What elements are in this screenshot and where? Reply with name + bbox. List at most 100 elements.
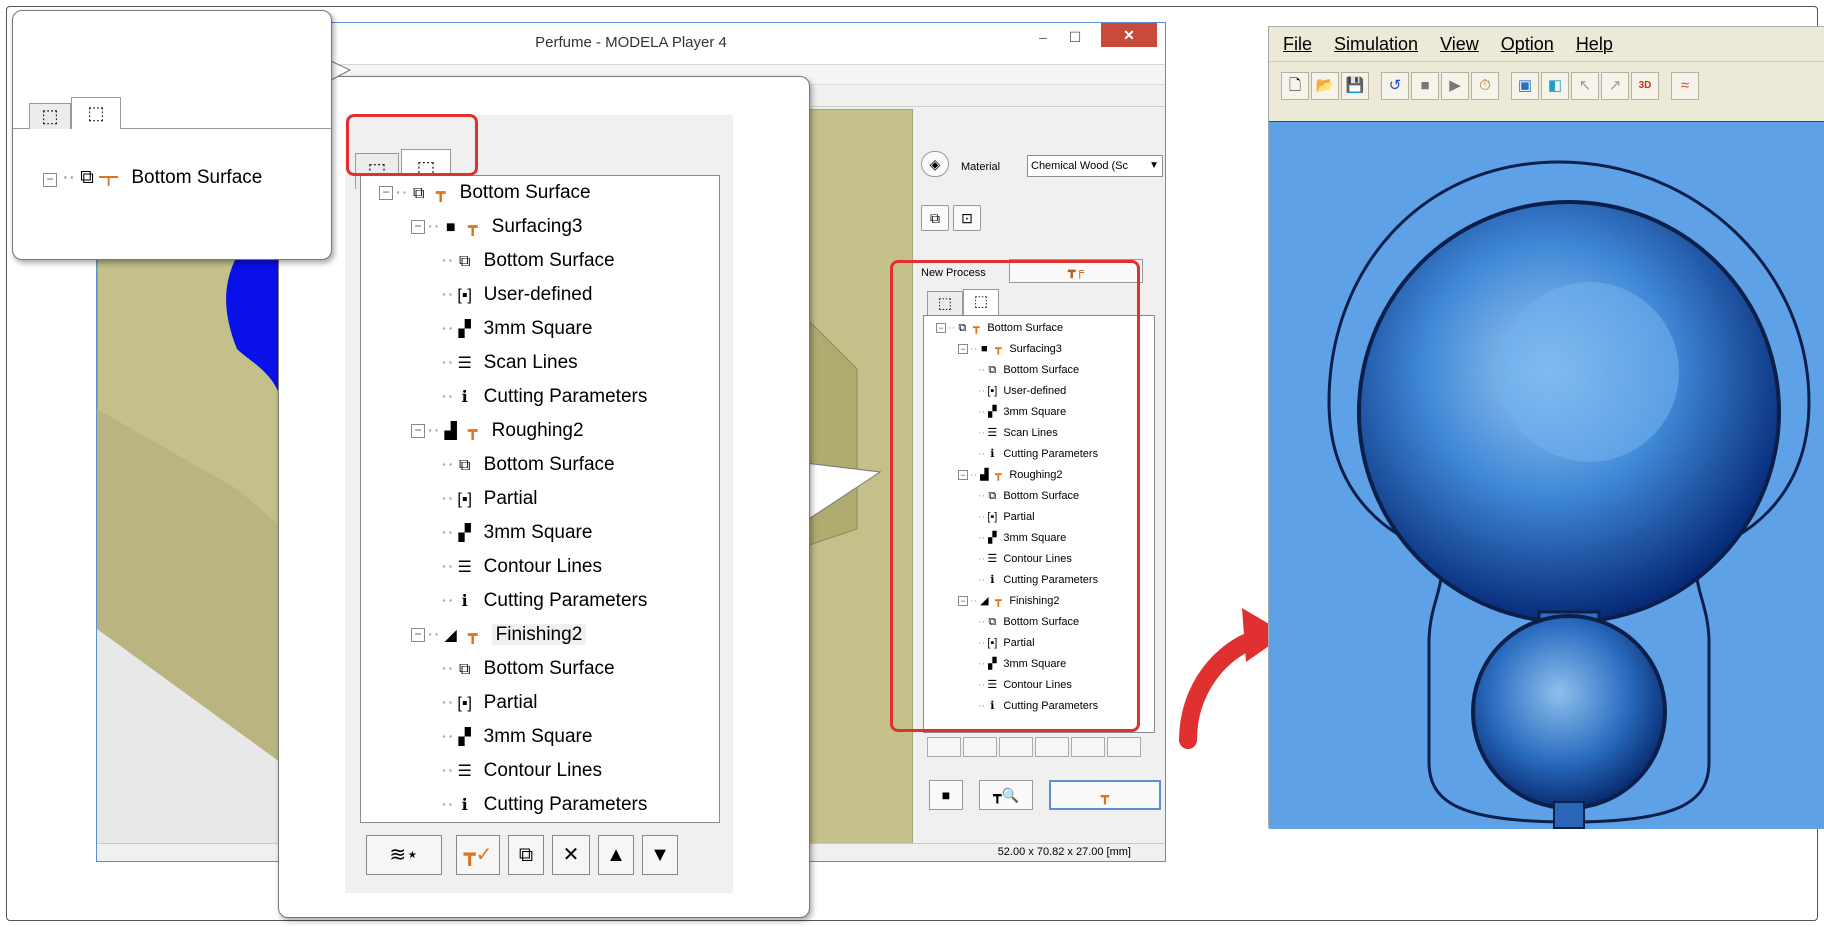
tree-item[interactable]: ·· ▞ 3mm Square <box>361 516 719 550</box>
collapse-icon[interactable]: − <box>411 627 425 642</box>
collapse-icon[interactable]: − <box>379 185 393 200</box>
tree-item[interactable]: ·· ℹ Cutting Parameters <box>361 584 719 618</box>
area-icon: [▪] <box>457 695 472 712</box>
material-icon[interactable]: ◈ <box>921 151 949 177</box>
tree-root-node[interactable]: − ·· ⧉ ┳ Bottom Surface <box>361 176 719 210</box>
tree-item-label: Cutting Parameters <box>483 794 648 815</box>
tool-icon: ▞ <box>458 321 471 338</box>
cut-icon: ┳ <box>1100 788 1110 804</box>
tree-tool-buttons: ≋⋆ ┳✓ ⧉ ✕ ▲ ▼ <box>360 835 720 879</box>
tree-tool-button[interactable] <box>1071 737 1105 757</box>
tree-item[interactable]: ·· ℹ Cutting Parameters <box>361 380 719 414</box>
material-select[interactable]: Chemical Wood (Sc ▼ <box>1027 155 1163 177</box>
new-file-icon[interactable]: 🗋 <box>1281 72 1309 100</box>
tree-item-label: User-defined <box>483 284 593 305</box>
model-box-icon[interactable]: ⧉ <box>921 205 949 231</box>
tree-tool-button[interactable] <box>927 737 961 757</box>
preview-icon: ┳🔍 <box>993 787 1019 803</box>
tree-tool-button[interactable] <box>999 737 1033 757</box>
tree-item[interactable]: ·· [▪] Partial <box>361 482 719 516</box>
maximize-button[interactable]: ☐ <box>1059 29 1091 53</box>
delete-button[interactable]: ✕ <box>552 835 590 875</box>
tab-zoom-callout: ⬚ ⬚ − ·· ⧉ ┳ Bottom Surface <box>12 10 333 260</box>
open-folder-icon[interactable]: 📂 <box>1311 72 1339 100</box>
tree-item[interactable]: ·· ⧉ Bottom Surface <box>361 448 719 482</box>
process-check-button[interactable]: ┳✓ <box>456 835 500 875</box>
stop-button[interactable]: ■ <box>929 780 963 810</box>
play-icon[interactable]: ▶ <box>1441 72 1469 100</box>
reset-icon[interactable]: ↺ <box>1381 72 1409 100</box>
tree-connector: ·· <box>395 182 408 203</box>
process-tree-large[interactable]: − ·· ⧉ ┳ Bottom Surface − ·· ■ ┳ Surfacing3 ·· ⧉ Bot… <box>360 175 720 823</box>
copy-button[interactable]: ⧉ <box>508 835 544 875</box>
model-dimensions: 52.00 x 70.82 x 27.00 [mm] <box>997 846 1131 858</box>
save-icon[interactable]: 💾 <box>1341 72 1369 100</box>
tree-tool-button[interactable] <box>1035 737 1069 757</box>
tree-item-label: Roughing2 <box>491 420 584 441</box>
tree-process-node[interactable]: − ·· ◢ ┳ Finishing2 <box>361 618 719 652</box>
tree-tool-button[interactable] <box>1107 737 1141 757</box>
area-icon: [▪] <box>457 287 472 304</box>
tree-item-label: Cutting Parameters <box>483 386 648 407</box>
tree-process-node[interactable]: − ·· ■ ┳ Surfacing3 <box>361 210 719 244</box>
process-icon: ┳ <box>435 185 446 202</box>
tree-item-label: Cutting Parameters <box>483 590 648 611</box>
toolpath-button[interactable]: ≋⋆ <box>366 835 442 875</box>
rotate-right-icon[interactable]: ↗ <box>1601 72 1629 100</box>
tree-item[interactable]: ·· [▪] Partial <box>361 686 719 720</box>
section-view-icon[interactable]: ≈ <box>1671 72 1699 100</box>
view-solid-icon[interactable]: ◧ <box>1541 72 1569 100</box>
move-down-button[interactable]: ▼ <box>642 835 678 875</box>
menu-view[interactable]: View <box>1440 34 1479 54</box>
root-label: Bottom Surface <box>131 167 263 188</box>
tool-icon: ▞ <box>458 525 471 542</box>
tree-connector: ·· <box>441 590 454 611</box>
tree-item[interactable]: ·· ☰ Contour Lines <box>361 550 719 584</box>
tree-process-node[interactable]: − ·· ▟ ┳ Roughing2 <box>361 414 719 448</box>
tree-item-label: 3mm Square <box>483 522 593 543</box>
tree-connector: ·· <box>441 760 454 781</box>
tree-item[interactable]: ·· ⧉ Bottom Surface <box>361 652 719 686</box>
collapse-icon[interactable]: − <box>411 423 425 438</box>
tree-connector: ·· <box>441 454 454 475</box>
menu-option[interactable]: Option <box>1501 34 1554 54</box>
tab-process-view-callout[interactable]: ⬚ <box>71 97 121 129</box>
process-type-icon: ◢ <box>444 627 457 644</box>
model-base-icon[interactable]: ⊡ <box>953 205 981 231</box>
tree-item[interactable]: ·· ▞ 3mm Square <box>361 312 719 346</box>
minimize-button[interactable]: – <box>1027 29 1059 53</box>
tree-item-label: Finishing2 <box>491 624 587 645</box>
stop-icon[interactable]: ■ <box>1411 72 1439 100</box>
callout-tree-root: − ·· ⧉ ┳ Bottom Surface <box>43 167 262 189</box>
info-icon: ℹ <box>461 389 468 406</box>
lines-icon: ☰ <box>457 559 472 576</box>
sim-toolbar: 🗋 📂 💾 ↺ ■ ▶ ⏱ ▣ ◧ ↖ ↗ 3D ≈ <box>1269 61 1824 111</box>
tree-item[interactable]: ·· ☰ Contour Lines <box>361 754 719 788</box>
speed-icon[interactable]: ⏱ <box>1471 72 1499 100</box>
tree-item[interactable]: ·· ▞ 3mm Square <box>361 720 719 754</box>
gem-stem <box>1553 801 1585 829</box>
tree-item[interactable]: ·· ☰ Scan Lines <box>361 346 719 380</box>
collapse-icon[interactable]: − <box>43 173 57 187</box>
cut-button[interactable]: ┳ <box>1049 780 1161 810</box>
tree-connector: ·· <box>441 522 454 543</box>
move-up-button[interactable]: ▲ <box>598 835 634 875</box>
menu-simulation[interactable]: Simulation <box>1334 34 1418 54</box>
collapse-icon[interactable]: − <box>411 219 425 234</box>
3d-view-icon[interactable]: 3D <box>1631 72 1659 100</box>
tab-model-view-callout[interactable]: ⬚ <box>29 103 71 129</box>
tree-tool-button[interactable] <box>963 737 997 757</box>
rotate-left-icon[interactable]: ↖ <box>1571 72 1599 100</box>
tree-item[interactable]: ·· ⧉ Bottom Surface <box>361 244 719 278</box>
view-top-icon[interactable]: ▣ <box>1511 72 1539 100</box>
material-value: Chemical Wood (Sc <box>1031 160 1128 172</box>
menu-help[interactable]: Help <box>1576 34 1613 54</box>
tree-item[interactable]: ·· [▪] User-defined <box>361 278 719 312</box>
delete-icon: ✕ <box>562 844 580 866</box>
simulation-viewport[interactable] <box>1269 121 1824 829</box>
tree-item[interactable]: ·· ℹ Cutting Parameters <box>361 788 719 822</box>
close-button[interactable]: ✕ <box>1101 23 1157 47</box>
menu-file[interactable]: File <box>1283 34 1312 54</box>
cube-icon: ⬚ <box>41 106 59 126</box>
preview-cut-button[interactable]: ┳🔍 <box>979 780 1033 810</box>
